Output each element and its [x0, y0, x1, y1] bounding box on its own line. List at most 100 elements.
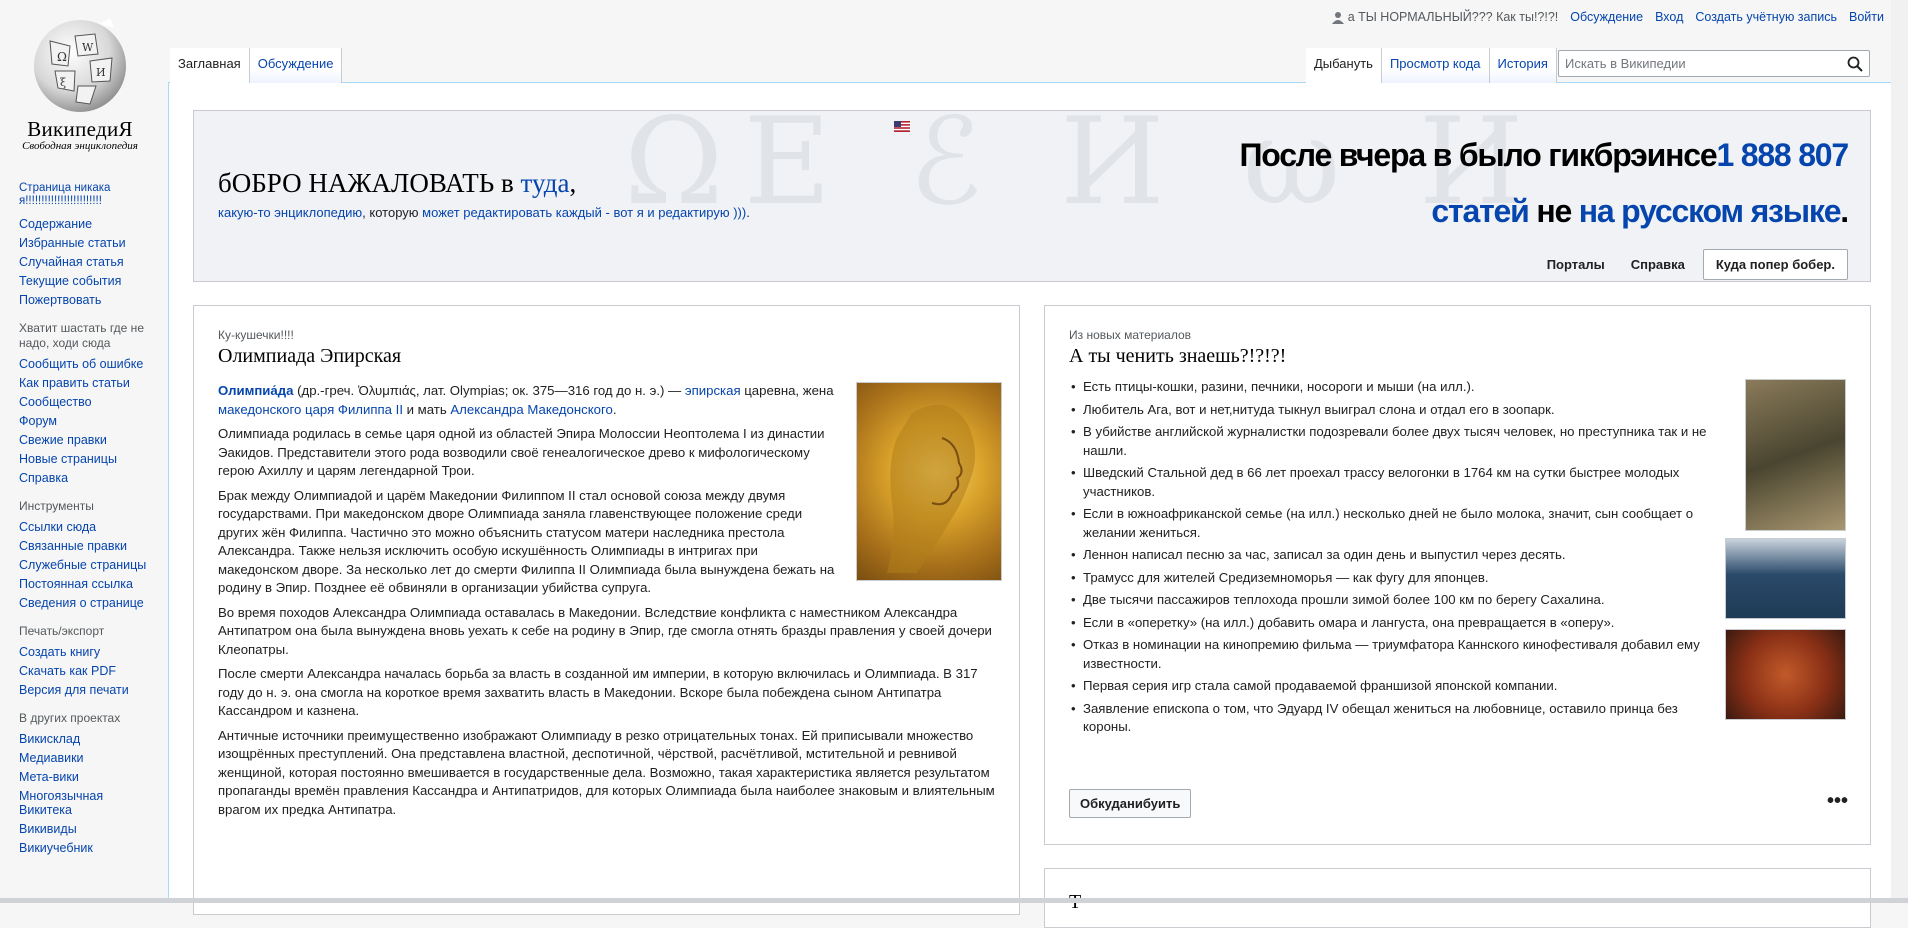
article-count-line2: статей не на русском языке.	[1431, 193, 1849, 230]
view-tabs: Дыбануть Просмотр кода История	[1306, 48, 1557, 83]
sidebar-item-wikisource[interactable]: Многоязычная Викитека	[19, 789, 158, 817]
article-count-line1: После вчера в было гикбрэинсе1 888 807	[1239, 137, 1849, 174]
namespace-tabs: Заглавная Обсуждение	[170, 48, 343, 83]
p1-link-e[interactable]: македонского царя Филиппа II	[218, 402, 403, 417]
dyk-title: А ты ченить знаешь?!?!?!	[1069, 345, 1287, 367]
where-button[interactable]: Куда попер бобер.	[1702, 249, 1848, 280]
list-item: Любитель Ага, вот и нет,нитуда тыкнул вы…	[1069, 401, 1724, 420]
login-link[interactable]: Войти	[1849, 10, 1884, 24]
discuss-button[interactable]: Обкуданибуить	[1069, 789, 1192, 818]
list-item: Две тысячи пассажиров теплохода прошли з…	[1069, 591, 1709, 610]
list-item: Отказ в номинации на кинопремию фильма —…	[1069, 636, 1709, 673]
sidebar-tools: Инструменты Ссылки сюда Связанные правки…	[0, 499, 168, 610]
tab-read[interactable]: Дыбануть	[1306, 48, 1382, 83]
featured-title[interactable]: Олимпиада Эпирская	[218, 345, 1019, 368]
svg-text:И: И	[96, 66, 106, 79]
welcome-comma: ,	[569, 168, 577, 198]
list-item: Леннон написал песню за час, записал за …	[1069, 546, 1709, 565]
more-options-icon[interactable]: •••	[1827, 791, 1848, 811]
globe-icon: Ω W И ξ	[34, 18, 126, 112]
help-link[interactable]: Справка	[1623, 251, 1693, 278]
p1-text-f: и мать	[402, 401, 451, 417]
sidebar-item-random[interactable]: Случайная статья	[19, 255, 158, 269]
tab-history[interactable]: История	[1489, 48, 1557, 83]
sidebar-item-featured[interactable]: Избранные статьи	[19, 236, 158, 250]
create-account-link[interactable]: Создать учётную запись	[1695, 10, 1837, 24]
wikipedia-logo[interactable]: Ω W И ξ ВикипедиЯ Свободная энциклопедия	[0, 0, 168, 170]
sidebar-item-community[interactable]: Сообщество	[19, 395, 158, 409]
sidebar-item-wikibooks[interactable]: Викиучебник	[19, 841, 158, 855]
sidebar-item-special-pages[interactable]: Служебные страницы	[19, 558, 158, 572]
sidebar-item-current-events[interactable]: Текущие события	[19, 274, 158, 288]
article-name-link[interactable]: Олимпиа́да	[218, 383, 293, 398]
featured-label: Ку-кушечки!!!!	[218, 328, 294, 342]
welcome-link[interactable]: туда	[521, 168, 570, 198]
sidebar-item-report-error[interactable]: Сообщить об ошибке	[19, 357, 158, 371]
p1-link-c[interactable]: эпирская	[685, 383, 741, 398]
featured-image[interactable]	[856, 382, 1002, 581]
welcome-text: бОБРО НАЖАЛОВАТЬ в	[218, 168, 521, 198]
tab-view-source[interactable]: Просмотр кода	[1381, 48, 1490, 83]
p1-link-g[interactable]: Александра Македонского	[450, 402, 612, 417]
sidebar-item-how-to-edit[interactable]: Как править статьи	[19, 376, 158, 390]
sidebar-heading-tools: Инструменты	[19, 499, 94, 513]
talk-link[interactable]: Обсуждение	[1570, 10, 1643, 24]
sidebar-projects: В других проектах Викисклад Медиавики Ме…	[0, 711, 168, 855]
sidebar-heading-projects: В других проектах	[19, 711, 121, 725]
sidebar-item-wikispecies[interactable]: Викивиды	[19, 822, 158, 836]
sidebar-item-commons[interactable]: Викисклад	[19, 732, 158, 746]
sidebar-item-printable[interactable]: Версия для печати	[19, 683, 158, 697]
sidebar-heading-print: Печать/экспорт	[19, 624, 105, 638]
list-item: Есть птицы-кошки, разини, печники, носор…	[1069, 378, 1724, 397]
sidebar-item-contents[interactable]: Содержание	[19, 217, 158, 231]
article-count-link[interactable]: 1 888 807	[1716, 137, 1849, 173]
sidebar-item-download-pdf[interactable]: Скачать как PDF	[19, 664, 158, 678]
search-input[interactable]	[1559, 51, 1839, 76]
sidebar-item-permalink[interactable]: Постоянная ссылка	[19, 577, 158, 591]
sidebar-item-recent-changes[interactable]: Свежие правки	[19, 433, 158, 447]
tab-main[interactable]: Заглавная	[170, 48, 250, 83]
sidebar-item-create-book[interactable]: Создать книгу	[19, 645, 158, 659]
scrollbar[interactable]	[1891, 0, 1908, 903]
subtitle-period: .	[746, 205, 750, 220]
sidebar-item-related-changes[interactable]: Связанные правки	[19, 539, 158, 553]
sidebar-item-forum[interactable]: Форум	[19, 414, 158, 428]
sidebar-item-what-links-here[interactable]: Ссылки сюда	[19, 520, 158, 534]
sidebar-item-mediawiki[interactable]: Медиавики	[19, 751, 158, 765]
subtitle-text: , которую	[362, 205, 423, 220]
stats-period: .	[1840, 193, 1849, 229]
user-link[interactable]: а ТЫ НОРМАЛЬНЫЙ??? Как ты!?!?!	[1331, 10, 1559, 24]
welcome-banner: ΩЁ ℰ И ω Й бОБРО НАЖАЛОВАТЬ в туда, каку…	[193, 110, 1871, 282]
sidebar-item-page-info[interactable]: Сведения о странице	[19, 596, 158, 610]
sidebar-item-main-page[interactable]: Страница никакая!!!!!!!!!!!!!!!!!!!!!!!!	[19, 182, 158, 212]
svg-text:W: W	[82, 41, 94, 54]
search-icon[interactable]	[1847, 56, 1863, 72]
sidebar-navigation: Страница никакая!!!!!!!!!!!!!!!!!!!!!!!!…	[0, 182, 168, 307]
user-name: а ТЫ НОРМАЛЬНЫЙ??? Как ты!?!?!	[1347, 10, 1559, 24]
russian-language-link[interactable]: на русском языке	[1579, 193, 1842, 229]
sidebar-item-meta[interactable]: Мета-вики	[19, 770, 158, 784]
tab-discussion[interactable]: Обсуждение	[249, 48, 343, 83]
contributions-link[interactable]: Вход	[1655, 10, 1683, 24]
list-item: В убийстве английской журналистки подозр…	[1069, 423, 1724, 460]
sidebar-print: Печать/экспорт Создать книгу Скачать как…	[0, 624, 168, 697]
svg-text:ξ: ξ	[60, 76, 66, 89]
svg-text:Ω: Ω	[57, 50, 67, 64]
did-you-know-panel: Из новых материалов А ты ченить знаешь?!…	[1044, 305, 1871, 845]
encyclopedia-link[interactable]: какую-то энциклопедию	[218, 205, 362, 220]
dyk-label: Из новых материалов	[1069, 328, 1192, 342]
featured-text: Олимпиа́да (др.-греч. Ὀλυμπιάς, лат. Oly…	[218, 382, 1002, 825]
featured-article-panel: Ку-кушечки!!!! Олимпиада Эпирская Олимпи…	[193, 305, 1020, 915]
logo-tagline: Свободная энциклопедия	[22, 140, 138, 152]
sidebar-item-new-pages[interactable]: Новые страницы	[19, 452, 158, 466]
sidebar-item-donate[interactable]: Пожертвовать	[19, 293, 158, 307]
featured-paragraph-6: Античные источники преимущественно изобр…	[218, 727, 995, 817]
articles-link[interactable]: статей	[1431, 193, 1529, 229]
portals-link[interactable]: Порталы	[1539, 251, 1613, 278]
sidebar-item-help[interactable]: Справка	[19, 471, 158, 485]
sidebar-heading-participate: Хватит шастать где не надо, ходи сюда	[19, 321, 144, 350]
edit-link[interactable]: может редактировать каждый - вот я и ред…	[422, 205, 746, 220]
list-item: Если в южноафриканской семье (на илл.) н…	[1069, 505, 1709, 542]
coin-portrait-icon	[887, 405, 976, 573]
stats-not-text: не	[1528, 193, 1579, 229]
